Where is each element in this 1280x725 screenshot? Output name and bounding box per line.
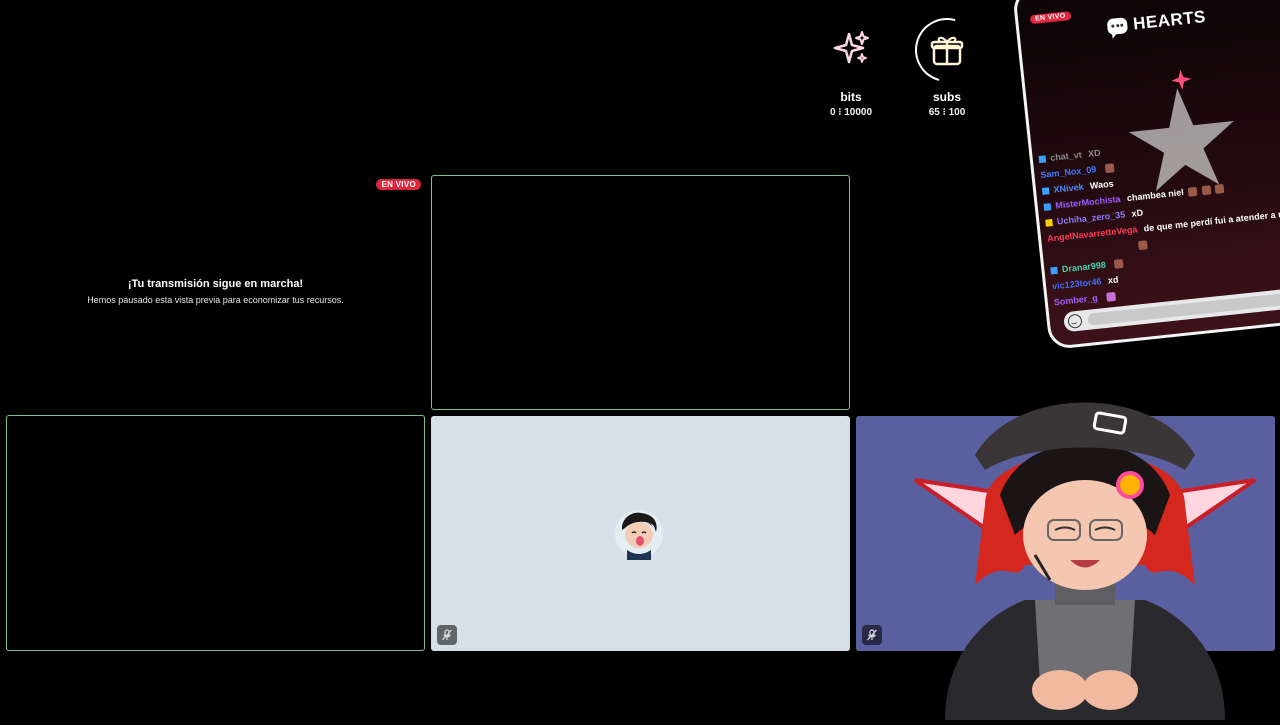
sparkle-icon	[1170, 69, 1192, 91]
vtuber-avatar	[905, 385, 1265, 720]
mute-indicator-button[interactable]	[437, 625, 457, 645]
live-badge: EN VIVO	[1029, 11, 1071, 25]
preview-paused-title: ¡Tu transmisión sigue en marcha!	[127, 278, 304, 290]
chat-badge-icon	[1038, 155, 1047, 164]
chat-overlay-title-text: HEARTS	[1132, 6, 1207, 34]
chat-bubble-icon	[1106, 17, 1129, 36]
emote-icon	[1113, 259, 1124, 269]
chat-badge-icon	[1045, 219, 1053, 227]
emoji-icon	[1067, 313, 1083, 329]
participant-avatar	[613, 508, 665, 560]
emote-icon	[1214, 184, 1225, 194]
chat-overlay-title: HEARTS	[1106, 6, 1207, 37]
chat-phone-overlay: EN VIVO HEARTS chat_vt XD Sam_Nox_09 XNi…	[1012, 0, 1280, 351]
subs-goal-label: subs	[932, 90, 961, 104]
bits-goal: bits 0 ⁝ 10000	[806, 18, 896, 118]
bits-goal-progress: 0 ⁝ 10000	[829, 107, 873, 118]
chat-messages: chat_vt XD Sam_Nox_09 XNivek Waos Mister…	[1038, 122, 1280, 310]
muted-mic-icon	[867, 629, 877, 641]
emote-icon	[1201, 185, 1212, 196]
emote-icon	[1137, 240, 1148, 251]
participant-tile-bottom-middle[interactable]	[431, 416, 850, 651]
subs-progress-ring	[903, 6, 991, 94]
emote-icon	[1105, 292, 1116, 302]
participant-tile-top[interactable]	[431, 175, 850, 410]
muted-mic-icon	[442, 629, 452, 641]
participant-tile-bottom-left[interactable]	[6, 415, 425, 651]
mute-indicator-button[interactable]	[862, 625, 882, 645]
live-badge: EN VIVO	[376, 179, 421, 190]
chat-badge-icon	[1041, 187, 1050, 196]
stream-preview: EN VIVO ¡Tu transmisión sigue en marcha!…	[6, 175, 425, 410]
emote-icon	[1104, 163, 1115, 174]
chat-badge-icon	[1043, 203, 1052, 211]
gift-icon	[903, 6, 991, 94]
subs-goal-progress: 65 ⁝ 100	[928, 107, 966, 118]
preview-paused-subtitle: Hemos pausado esta vista previa para eco…	[87, 295, 344, 305]
emote-icon	[1187, 186, 1198, 197]
subs-goal: subs 65 ⁝ 100	[902, 6, 992, 118]
chat-badge-icon	[1050, 266, 1058, 275]
sparkles-icon	[819, 18, 883, 82]
bits-goal-label: bits	[840, 90, 862, 104]
